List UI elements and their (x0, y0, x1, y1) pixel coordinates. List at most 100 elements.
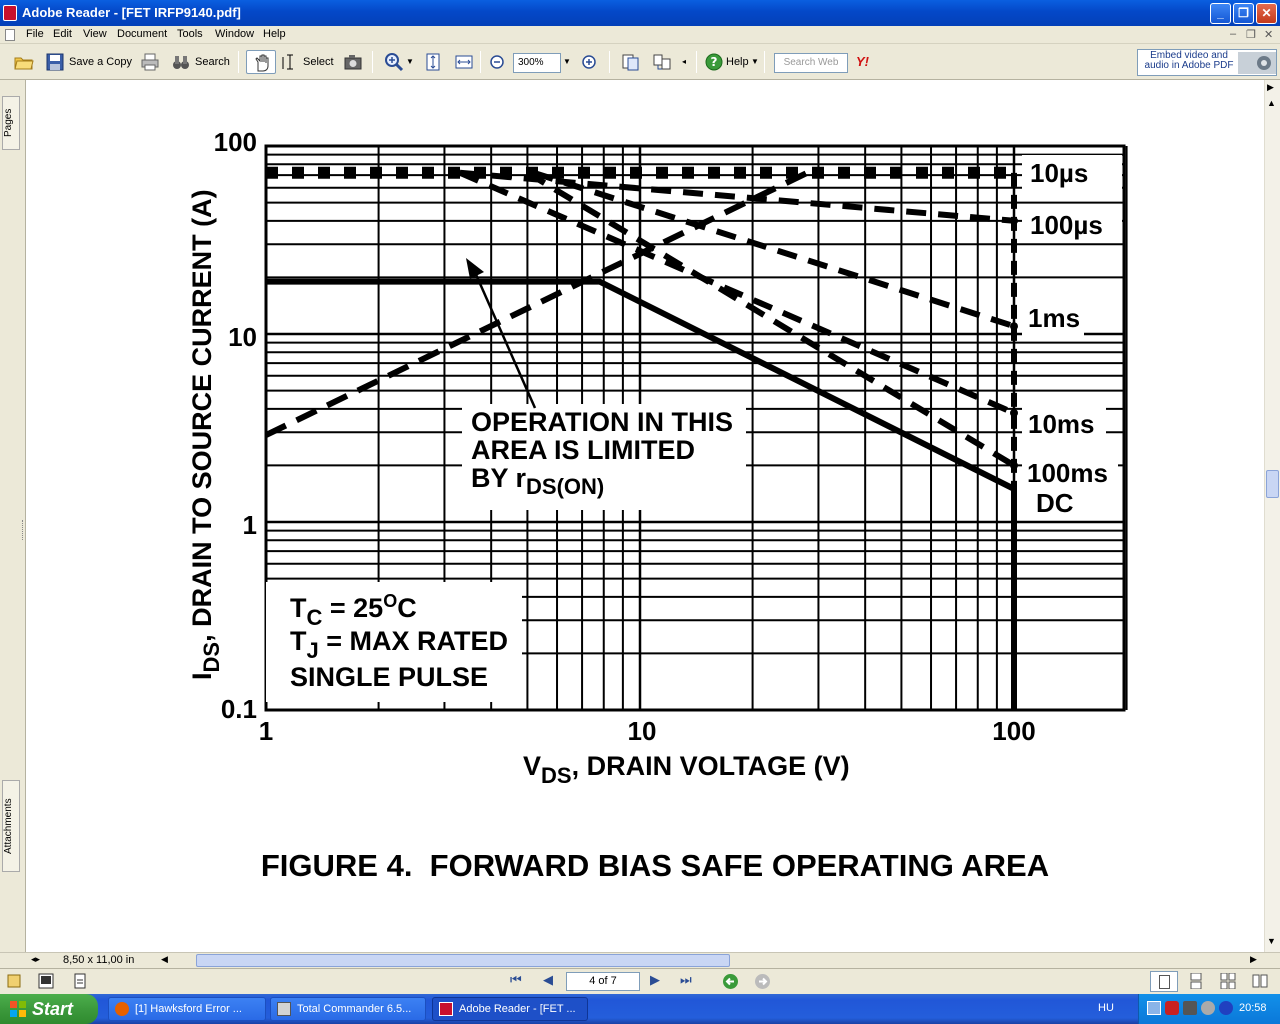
zoom-level-dropdown-icon[interactable]: ▼ (563, 52, 571, 72)
series-line-rdson (264, 170, 809, 438)
zoom-in-tool-icon[interactable] (384, 52, 404, 72)
panel-resize-handle[interactable] (22, 520, 25, 540)
save-copy-button[interactable]: Save a Copy (69, 52, 132, 72)
help-button[interactable]: Help (726, 52, 749, 72)
tab-pages[interactable]: Pages (2, 96, 20, 150)
vertical-scrollbar[interactable]: ▶ ▲ ▼ (1264, 80, 1280, 952)
toolbar-separator (609, 51, 610, 73)
first-page-button[interactable]: ⏮ (510, 972, 522, 988)
help-icon[interactable]: ? (704, 52, 724, 72)
horizontal-scrollbar: ◂▸ 8,50 x 11,00 in ◀ ▶ (0, 952, 1280, 968)
series-endpoint-100ms (1010, 461, 1018, 470)
toolbar-separator (480, 51, 481, 73)
menu-document[interactable]: Document (117, 28, 167, 40)
series-label-10ms: 10ms (1028, 409, 1095, 439)
zoom-out-icon[interactable] (487, 52, 507, 72)
select-text-icon[interactable] (280, 52, 300, 72)
fit-width-icon[interactable] (454, 52, 474, 72)
tab-attachments[interactable]: Attachments (2, 780, 20, 872)
window-title: Adobe Reader - [FET IRFP9140.pdf] (22, 5, 241, 20)
series-label-10us: 10µs (1030, 158, 1088, 188)
next-page-button[interactable]: ▶ (650, 972, 660, 988)
open-folder-icon[interactable] (14, 52, 34, 72)
volume-icon[interactable] (1183, 1001, 1197, 1015)
menu-tools[interactable]: Tools (177, 28, 203, 40)
previous-page-button[interactable]: ◀ (543, 972, 553, 988)
adobe-promo-banner[interactable]: Embed video and audio in Adobe PDF (1137, 49, 1277, 76)
snapshot-camera-icon[interactable] (343, 52, 363, 72)
save-copy-icon[interactable] (45, 52, 65, 72)
panel-toggle-icon[interactable] (38, 973, 54, 989)
scroll-right-icon[interactable]: ▶ (1250, 954, 1257, 965)
toolbar-overflow-icon[interactable]: ◂ (682, 52, 686, 72)
network-icon[interactable] (1147, 1001, 1161, 1015)
go-forward-icon[interactable] (754, 973, 771, 990)
x-tick-label: 100 (992, 716, 1035, 746)
search-web-input[interactable]: Search Web (774, 53, 848, 73)
x-tick-label: 1 (259, 716, 273, 746)
zoom-level-input[interactable]: 300% (513, 53, 561, 73)
page-layout-icon[interactable] (652, 52, 672, 72)
adobe-reader-icon (3, 5, 17, 21)
continuous-layout-icon[interactable] (1188, 973, 1204, 989)
close-button[interactable]: ✕ (1256, 3, 1277, 24)
search-button[interactable]: Search (195, 52, 230, 72)
single-page-layout-button[interactable] (1150, 971, 1178, 992)
binoculars-icon[interactable] (171, 52, 191, 72)
settings-icon[interactable] (6, 973, 22, 989)
x-tick-label: 10 (628, 716, 657, 746)
scroll-left-icon[interactable]: ◀ (161, 954, 168, 965)
bluetooth-icon[interactable] (1219, 1001, 1233, 1015)
taskbar-item-total-commander[interactable]: Total Commander 6.5... (270, 997, 426, 1021)
actual-size-icon[interactable] (423, 52, 443, 72)
go-back-icon[interactable] (722, 973, 739, 990)
annotation-line: AREA IS LIMITED (471, 435, 695, 465)
menu-edit[interactable]: Edit (53, 28, 72, 40)
figure-caption: FIGURE 4. FORWARD BIAS SAFE OPERATING AR… (261, 848, 1049, 883)
taskbar-item-adobe-reader[interactable]: Adobe Reader - [FET ... (432, 997, 588, 1021)
menu-help[interactable]: Help (263, 28, 286, 40)
doc-close-icon[interactable]: ✕ (1264, 28, 1273, 41)
continuous-facing-icon[interactable] (1220, 973, 1236, 989)
floppy-disk-icon (277, 1002, 291, 1016)
hand-tool-button[interactable] (246, 50, 276, 74)
scroll-down-icon[interactable]: ▼ (1267, 936, 1276, 946)
task-label: Total Commander 6.5... (297, 1003, 412, 1015)
annotation-line: OPERATION IN THIS (471, 407, 733, 437)
antivirus-icon[interactable] (1165, 1001, 1179, 1015)
language-indicator[interactable]: HU (1098, 1002, 1114, 1014)
tray-app-icon[interactable] (1201, 1001, 1215, 1015)
document-page: 100 10 1 0.1 1 10 100 VDS, DRAIN VOLTAGE… (26, 80, 1264, 952)
print-icon[interactable] (140, 52, 160, 72)
y-tick-label: 1 (243, 510, 257, 540)
condition-pulse: SINGLE PULSE (290, 662, 488, 692)
minimize-button[interactable]: _ (1210, 3, 1231, 24)
vertical-scroll-thumb[interactable] (1266, 470, 1279, 498)
horizontal-scroll-thumb[interactable] (196, 954, 730, 967)
scroll-right-arrow-icon[interactable]: ▶ (1267, 82, 1274, 93)
facing-layout-icon[interactable] (1252, 973, 1268, 989)
series-label-100us: 100µs (1030, 210, 1103, 240)
menu-view[interactable]: View (83, 28, 107, 40)
title-bar: Adobe Reader - [FET IRFP9140.pdf] _ ❐ ✕ (0, 0, 1280, 26)
zoom-in-icon[interactable] (579, 52, 599, 72)
taskbar-item-firefox[interactable]: [1] Hawksford Error ... (108, 997, 266, 1021)
help-dropdown-icon[interactable]: ▼ (751, 52, 759, 72)
yahoo-icon[interactable]: Y! (856, 52, 869, 72)
start-button[interactable]: Start (0, 994, 98, 1024)
last-page-button[interactable]: ⏭ (680, 972, 692, 988)
doc-minimize-icon[interactable]: – (1230, 28, 1236, 40)
scroll-up-icon[interactable]: ▲ (1267, 98, 1276, 108)
series-endpoint-100s (1010, 216, 1018, 225)
menu-file[interactable]: File (26, 28, 44, 40)
doc-restore-icon[interactable]: ❐ (1246, 28, 1256, 41)
zoom-tool-dropdown-icon[interactable]: ▼ (406, 52, 414, 72)
page-number-input[interactable]: 4 of 7 (566, 972, 640, 991)
select-button[interactable]: Select (303, 52, 334, 72)
maximize-button[interactable]: ❐ (1233, 3, 1254, 24)
rotate-view-icon[interactable] (620, 52, 640, 72)
single-page-icon[interactable] (72, 973, 88, 989)
split-handle-icon[interactable]: ◂▸ (31, 954, 40, 965)
promo-text: Embed video and audio in Adobe PDF (1144, 51, 1234, 71)
menu-window[interactable]: Window (215, 28, 254, 40)
